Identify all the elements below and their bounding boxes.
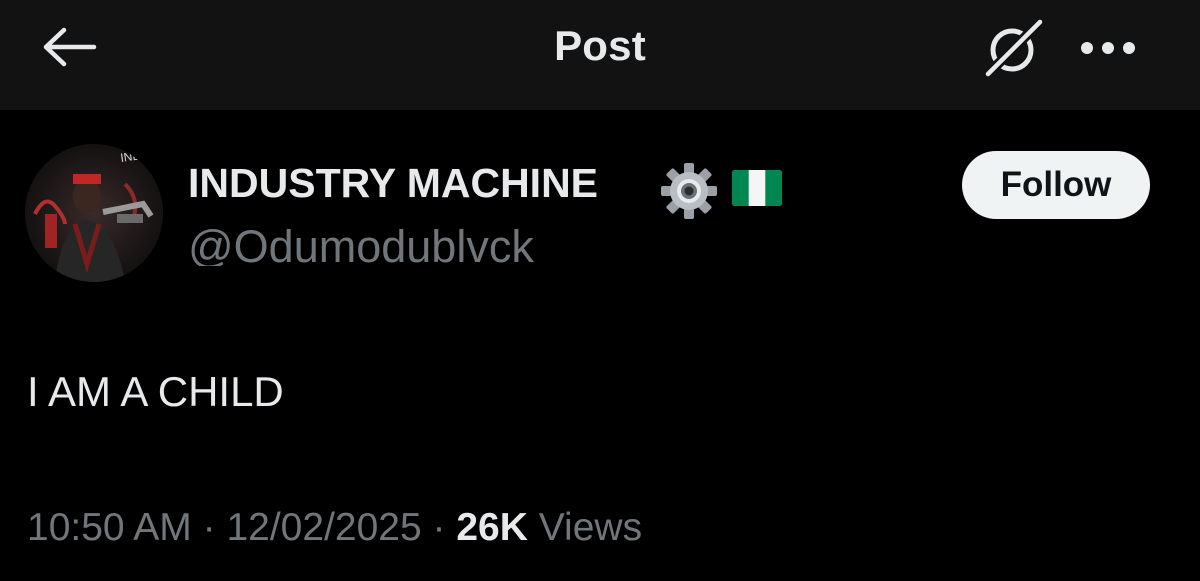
author-name[interactable]: INDUSTRY MACHINE [188,160,598,207]
views-label: Views [538,506,643,549]
grok-button[interactable] [978,14,1050,80]
avatar[interactable]: INDUS MACHIN [25,144,163,282]
views-count: 26K [456,506,528,549]
post-time[interactable]: 10:50 AM [27,506,192,549]
more-options-button[interactable] [1076,26,1140,70]
svg-text:INDUS MACHIN: INDUS MACHIN [119,144,163,165]
post-text: I AM A CHILD [27,368,284,415]
top-bar: Post [0,0,1200,110]
avatar-image: INDUS MACHIN [25,144,163,282]
nigeria-flag-icon [732,170,782,206]
grok-icon [981,15,1047,80]
post-metadata: 10:50 AM · 12/02/2025 · 26K Views [27,506,642,550]
author-handle[interactable]: @Odumodublvck [188,218,534,266]
more-horizontal-icon [1081,42,1135,54]
post-date[interactable]: 12/02/2025 [226,506,421,549]
gear-icon [661,163,717,219]
separator: · [202,506,216,549]
follow-button[interactable]: Follow [962,151,1150,219]
separator: · [432,506,446,549]
